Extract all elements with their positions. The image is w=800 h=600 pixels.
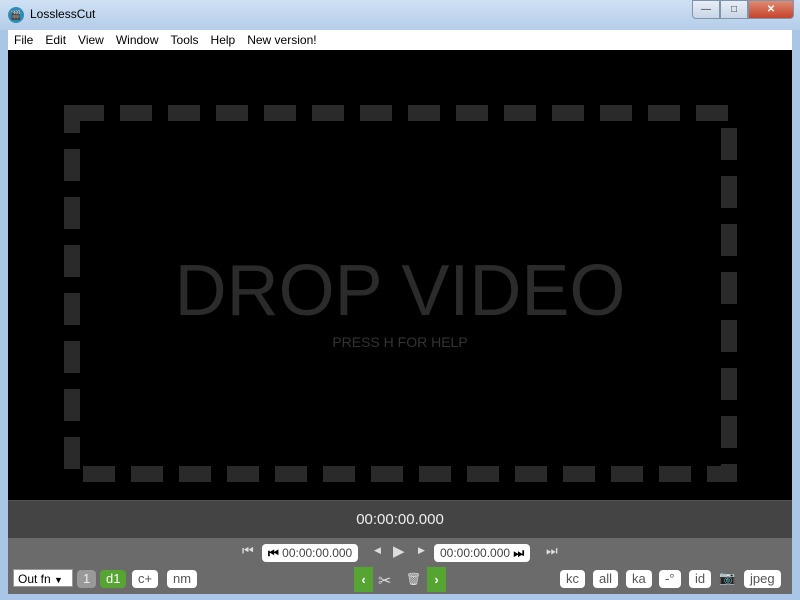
app-icon: 🎬	[8, 7, 24, 23]
menu-view[interactable]: View	[78, 33, 104, 47]
menu-file[interactable]: File	[14, 33, 33, 47]
snapshot-format-button[interactable]: jpeg	[744, 570, 781, 588]
output-format-select[interactable]: Out fn ▼	[13, 569, 73, 587]
menu-help[interactable]: Help	[211, 33, 236, 47]
cut-start-time[interactable]: ⏮ 00:00:00.000	[262, 544, 359, 562]
set-cut-start-button[interactable]: ‹	[354, 567, 373, 592]
timeline[interactable]: 00:00:00.000	[8, 500, 792, 538]
output-format-value: Out fn	[18, 572, 51, 586]
menu-bar: File Edit View Window Tools Help New ver…	[8, 30, 792, 50]
cut-end-time[interactable]: 00:00:00.000 ⏭	[434, 544, 531, 562]
camera-icon[interactable]: 📷	[719, 570, 735, 586]
menu-edit[interactable]: Edit	[45, 33, 66, 47]
kc-button[interactable]: kc	[560, 570, 585, 588]
rotation-button[interactable]: -°	[659, 570, 681, 588]
minimize-button[interactable]: —	[692, 0, 720, 19]
id-button[interactable]: id	[689, 570, 712, 588]
cut-end-value: 00:00:00.000	[440, 546, 511, 560]
controls-panel: ⏮ ⏮ 00:00:00.000 ◀ ▶ ▶ 00:00:00.000 ⏭ ⏭ …	[8, 538, 792, 594]
title-bar: 🎬 LosslessCut — □ ✕	[0, 0, 800, 30]
cut-start-value: 00:00:00.000	[282, 546, 353, 560]
current-time: 00:00:00.000	[356, 511, 444, 528]
jump-start-icon[interactable]: ⏮	[242, 543, 254, 559]
jump-end-icon[interactable]: ⏭	[546, 543, 558, 559]
ka-button[interactable]: ka	[626, 570, 652, 588]
set-cut-end-button[interactable]: ›	[427, 567, 446, 592]
menu-new-version[interactable]: New version!	[247, 33, 316, 47]
d1-button[interactable]: d1	[100, 570, 127, 588]
close-button[interactable]: ✕	[748, 0, 794, 19]
drop-video-text: DROP VIDEO	[174, 251, 626, 331]
play-icon[interactable]: ▶	[393, 542, 405, 560]
help-hint: PRESS H FOR HELP	[332, 334, 468, 350]
prev-frame-icon[interactable]: ◀	[374, 545, 381, 556]
all-button[interactable]: all	[593, 570, 619, 588]
trash-icon[interactable]: 🗑	[406, 572, 421, 586]
menu-window[interactable]: Window	[116, 33, 159, 47]
segment-number[interactable]: 1	[77, 570, 97, 588]
window-title: LosslessCut	[30, 7, 96, 21]
video-drop-zone[interactable]: DROP VIDEO PRESS H FOR HELP	[8, 50, 792, 500]
maximize-button[interactable]: □	[720, 0, 748, 19]
nm-button[interactable]: nm	[167, 570, 198, 588]
scissors-icon[interactable]: ✂	[378, 571, 391, 591]
c-plus-button[interactable]: c+	[132, 570, 159, 588]
menu-tools[interactable]: Tools	[171, 33, 199, 47]
next-frame-icon[interactable]: ▶	[418, 545, 425, 556]
